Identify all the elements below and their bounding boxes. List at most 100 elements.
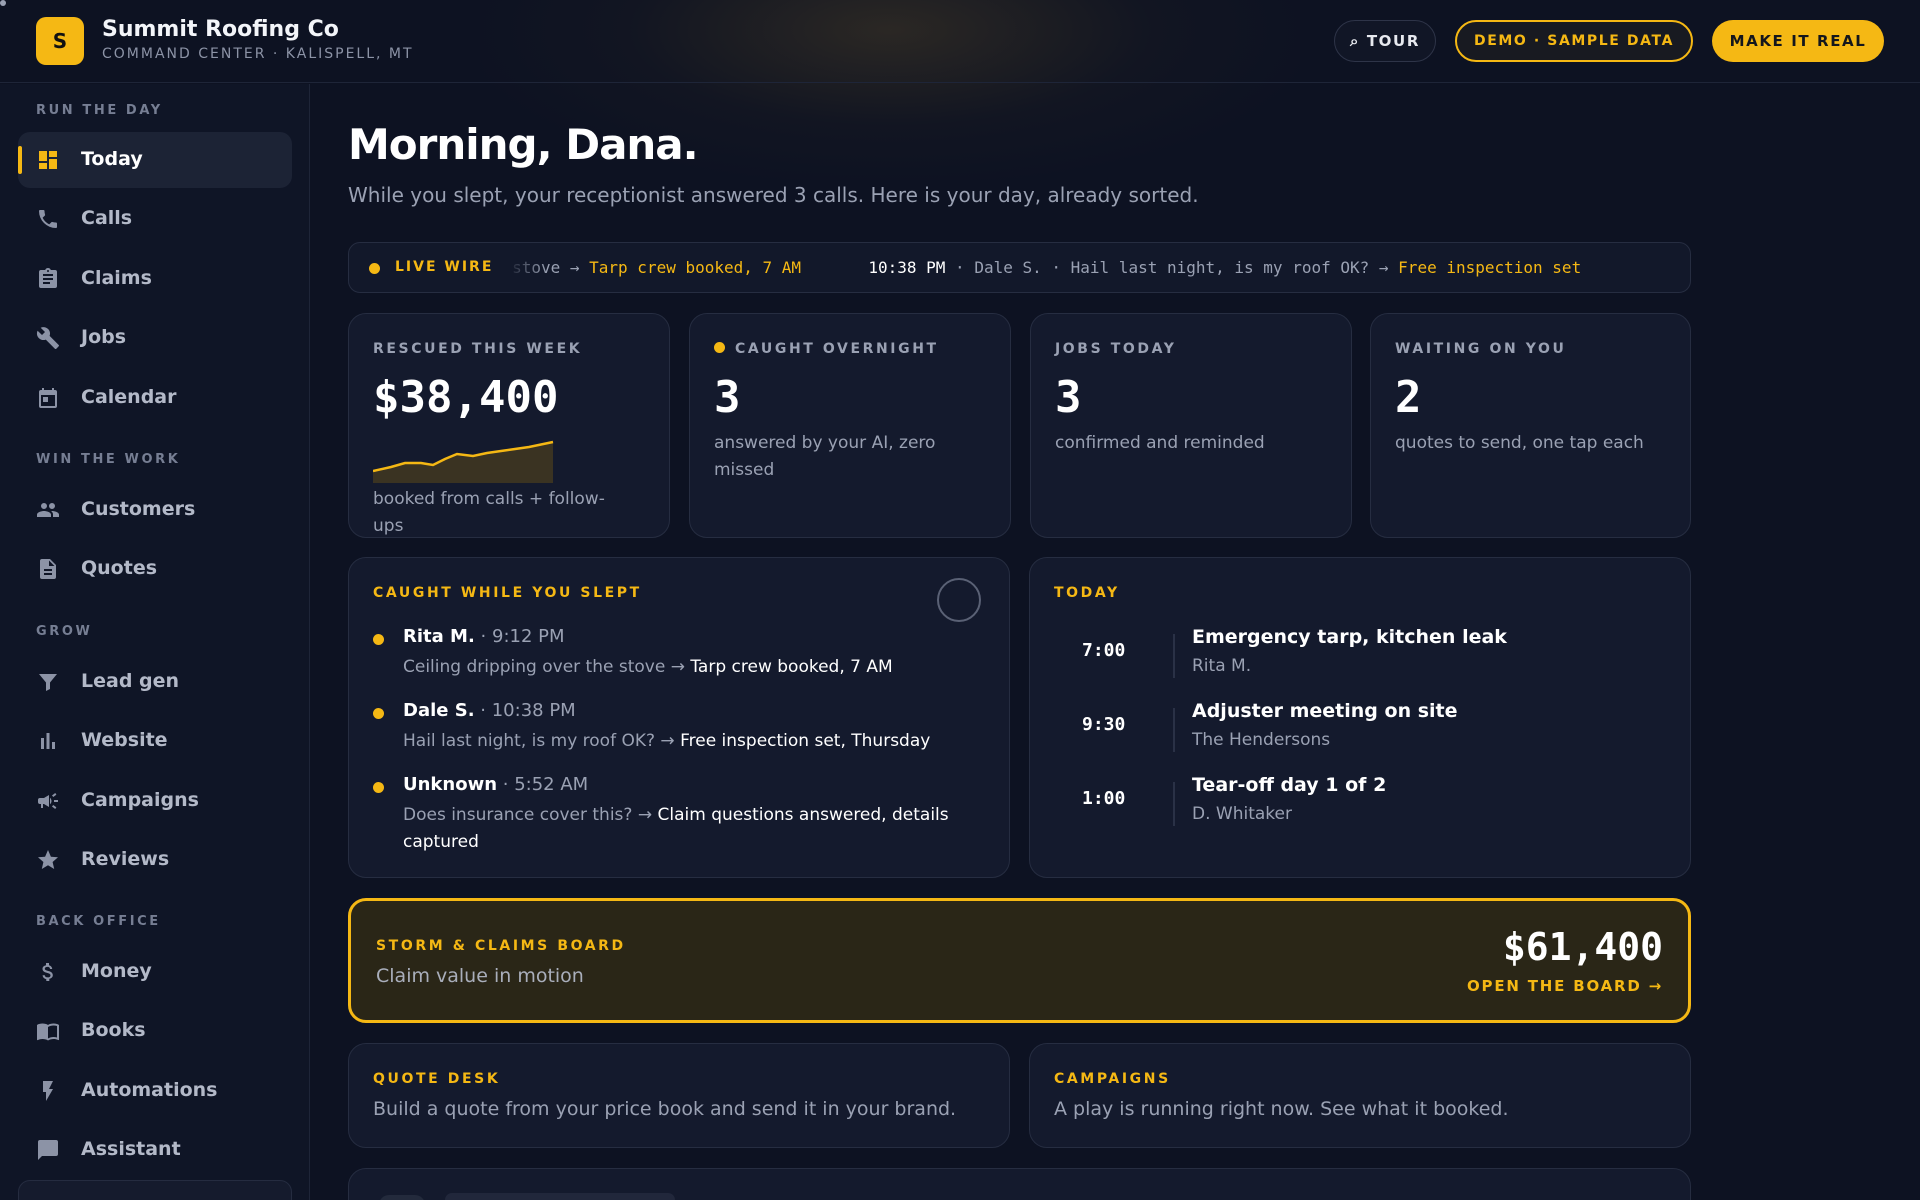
sidebar-section-back-office: BACK OFFICE — [36, 914, 161, 929]
wrench-icon — [36, 326, 60, 350]
schedule-time: 9:30 — [1082, 714, 1126, 735]
live-wire-label: LIVE WIRE — [395, 259, 494, 275]
circle-toggle-button[interactable] — [937, 578, 981, 622]
sidebar-item-books[interactable]: Books — [18, 1003, 292, 1059]
stat-card-jobs-today[interactable]: JOBS TODAY 3 confirmed and reminded — [1030, 313, 1352, 538]
bolt-icon — [36, 1079, 60, 1103]
sidebar-item-label: Automations — [81, 1079, 218, 1101]
status-dot — [373, 708, 384, 719]
call-result: Tarp crew booked, 7 AM — [690, 657, 893, 677]
sidebar-item-assistant[interactable]: Assistant — [18, 1122, 292, 1178]
sidebar-item-label: Assistant — [81, 1138, 181, 1160]
schedule-item[interactable]: 7:00 Emergency tarp, kitchen leak Rita M… — [1054, 626, 1674, 686]
sidebar-item-label: Jobs — [81, 326, 127, 348]
brand-subtitle: COMMAND CENTER · KALISPELL, MT — [102, 46, 414, 62]
sidebar-item-quotes[interactable]: Quotes — [18, 541, 292, 597]
ticker-time: 10:38 PM — [868, 258, 946, 277]
next-card-peek — [348, 1168, 1691, 1200]
storm-claims-board-banner[interactable]: STORM & CLAIMS BOARD Claim value in moti… — [348, 898, 1691, 1023]
sidebar-section-run-the-day: RUN THE DAY — [36, 103, 163, 118]
document-icon — [36, 557, 60, 581]
sidebar-item-campaigns[interactable]: Campaigns — [18, 773, 292, 829]
phone-icon — [36, 207, 60, 231]
open-board-link[interactable]: OPEN THE BOARD → — [1467, 977, 1663, 995]
sidebar-item-claims[interactable]: Claims — [18, 251, 292, 307]
sidebar-item-jobs[interactable]: Jobs — [18, 310, 292, 366]
divider — [1173, 708, 1175, 752]
divider — [1173, 782, 1175, 826]
schedule-title: Emergency tarp, kitchen leak — [1192, 626, 1507, 648]
people-icon — [36, 498, 60, 522]
stat-description: booked from calls + follow-ups — [373, 489, 605, 536]
sidebar-item-website[interactable]: Website — [18, 713, 292, 769]
stat-card-caught-overnight[interactable]: CAUGHT OVERNIGHT 3 answered by your AI, … — [689, 313, 1011, 538]
sidebar-item-label: Calls — [81, 207, 133, 229]
status-dot — [373, 782, 384, 793]
brand-name: Summit Roofing Co — [102, 17, 339, 42]
sidebar-item-label: Calendar — [81, 386, 177, 408]
live-wire-track: ver the stove → Tarp crew booked, 7 AM 1… — [507, 243, 1672, 292]
sidebar-item-automations[interactable]: Automations — [18, 1063, 292, 1119]
sidebar-item-label: Money — [81, 960, 152, 982]
schedule-customer: Rita M. — [1192, 656, 1252, 676]
sidebar-section-grow: GROW — [36, 624, 93, 639]
chat-icon — [36, 1138, 60, 1162]
card-description: A play is running right now. See what it… — [1054, 1098, 1509, 1120]
stat-value: 3 — [714, 372, 741, 423]
book-icon — [36, 1019, 60, 1043]
call-time: · 5:52 AM — [502, 774, 589, 795]
sidebar: RUN THE DAY Today Calls Claims Jobs Cale… — [0, 84, 310, 1200]
schedule-item[interactable]: 1:00 Tear-off day 1 of 2 D. Whitaker — [1054, 774, 1674, 834]
peek-text — [445, 1193, 675, 1200]
card-title: CAMPAIGNS — [1054, 1071, 1171, 1087]
sidebar-item-calls[interactable]: Calls — [18, 191, 292, 247]
claim-value: $61,400 — [1502, 925, 1663, 969]
card-title: TODAY — [1054, 585, 1120, 601]
stat-card-waiting-on-you[interactable]: WAITING ON YOU 2 quotes to send, one tap… — [1370, 313, 1691, 538]
sidebar-item-label: Lead gen — [81, 670, 180, 692]
schedule-customer: D. Whitaker — [1192, 804, 1292, 824]
status-dot — [373, 634, 384, 645]
stat-value: 2 — [1395, 372, 1422, 423]
card-title: CAUGHT WHILE YOU SLEPT — [373, 585, 642, 601]
card-title: QUOTE DESK — [373, 1071, 501, 1087]
call-time: · 9:12 PM — [480, 626, 565, 647]
sidebar-item-money[interactable]: Money — [18, 944, 292, 1000]
ticker-text: · Dale S. · Hail last night, is my roof … — [955, 258, 1389, 277]
sidebar-item-label: Today — [81, 148, 143, 170]
sidebar-item-calendar[interactable]: Calendar — [18, 370, 292, 426]
megaphone-icon — [36, 789, 60, 813]
sidebar-item-reviews[interactable]: Reviews — [18, 832, 292, 888]
call-time: · 10:38 PM — [480, 700, 576, 721]
divider — [1173, 634, 1175, 678]
stat-card-rescued[interactable]: RESCUED THIS WEEK $38,400 booked from ca… — [348, 313, 670, 538]
status-dot — [714, 342, 725, 353]
sidebar-item-customers[interactable]: Customers — [18, 482, 292, 538]
campaigns-card[interactable]: CAMPAIGNS A play is running right now. S… — [1029, 1043, 1691, 1148]
sidebar-item-label: Quotes — [81, 557, 158, 579]
tour-button[interactable]: ⌕ TOUR — [1334, 20, 1436, 62]
top-header: S Summit Roofing Co COMMAND CENTER · KAL… — [0, 0, 1920, 83]
funnel-icon — [36, 670, 60, 694]
live-indicator-dot — [369, 263, 380, 274]
make-it-real-button[interactable]: MAKE IT REAL — [1712, 20, 1884, 62]
peek-chip — [379, 1195, 425, 1200]
call-message: Does insurance cover this? → — [403, 805, 653, 825]
page-title: Morning, Dana. — [348, 120, 699, 169]
dollar-icon — [36, 960, 60, 984]
page-subtitle: While you slept, your receptionist answe… — [348, 183, 1199, 207]
schedule-title: Tear-off day 1 of 2 — [1192, 774, 1387, 796]
sidebar-footer-card[interactable] — [18, 1180, 292, 1200]
brand-logo: S — [36, 17, 84, 65]
schedule-time: 1:00 — [1082, 788, 1126, 809]
sidebar-item-lead-gen[interactable]: Lead gen — [18, 654, 292, 710]
sidebar-section-win-the-work: WIN THE WORK — [36, 452, 181, 467]
schedule-title: Adjuster meeting on site — [1192, 700, 1458, 722]
demo-sample-data-button[interactable]: DEMO · SAMPLE DATA — [1455, 20, 1693, 62]
caller-name: Unknown — [403, 774, 498, 795]
quote-desk-card[interactable]: QUOTE DESK Build a quote from your price… — [348, 1043, 1010, 1148]
ticker-outcome: Tarp crew booked, 7 AM — [589, 258, 802, 277]
sidebar-item-label: Customers — [81, 498, 196, 520]
sidebar-item-today[interactable]: Today — [18, 132, 292, 188]
schedule-item[interactable]: 9:30 Adjuster meeting on site The Hender… — [1054, 700, 1674, 760]
